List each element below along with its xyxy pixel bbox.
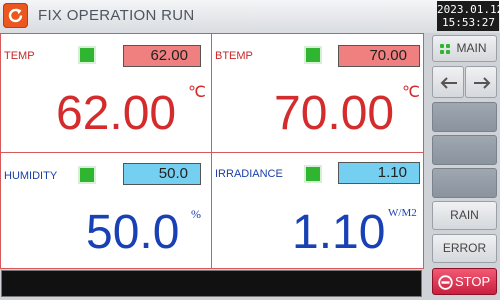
stop-button-label: STOP bbox=[455, 274, 491, 289]
irradiance-value: 1.10 bbox=[292, 206, 386, 259]
btemp-indicator bbox=[306, 48, 320, 62]
irradiance-indicator bbox=[306, 167, 320, 181]
irradiance-unit: W/M2 bbox=[388, 207, 417, 219]
blank-button-3[interactable] bbox=[432, 168, 497, 198]
prev-button[interactable] bbox=[432, 66, 464, 98]
humidity-unit: % bbox=[191, 207, 201, 221]
temp-unit: ℃ bbox=[188, 84, 206, 101]
humidity-value: 50.0 bbox=[86, 206, 180, 259]
clock: 2023.01.12 15:53:27 bbox=[437, 1, 500, 31]
stop-icon bbox=[438, 275, 453, 290]
title-bar: FIX OPERATION RUN 2023.01.12 15:53:27 bbox=[0, 0, 500, 33]
temp-indicator bbox=[80, 48, 94, 62]
blank-button-1[interactable] bbox=[432, 102, 497, 132]
arrow-left-icon bbox=[440, 77, 457, 89]
next-button[interactable] bbox=[465, 66, 497, 98]
temp-setpoint-input[interactable]: 62.00 bbox=[123, 45, 201, 67]
blank-button-2[interactable] bbox=[432, 135, 497, 165]
btemp-value: 70.00 bbox=[274, 87, 395, 140]
main-button[interactable]: MAIN bbox=[432, 35, 497, 62]
refresh-button[interactable] bbox=[3, 3, 28, 28]
humidity-cell: HUMIDITY 50.0 50.0 % bbox=[1, 153, 211, 271]
error-button[interactable]: ERROR bbox=[432, 234, 497, 263]
rain-button[interactable]: RAIN bbox=[432, 201, 497, 230]
humidity-label: HUMIDITY bbox=[4, 170, 58, 182]
btemp-cell: BTEMP 70.00 70.00 ℃ bbox=[212, 34, 422, 152]
clock-time: 15:53:27 bbox=[442, 16, 495, 29]
humidity-indicator bbox=[80, 168, 94, 182]
btemp-unit: ℃ bbox=[402, 84, 420, 101]
clock-date: 2023.01.12 bbox=[437, 3, 500, 16]
temp-cell: TEMP 62.00 62.00 ℃ bbox=[1, 34, 211, 152]
irradiance-setpoint-input[interactable]: 1.10 bbox=[338, 162, 420, 184]
stop-button[interactable]: STOP bbox=[432, 268, 497, 295]
arrow-right-icon bbox=[474, 77, 491, 89]
temp-value: 62.00 bbox=[56, 87, 177, 140]
refresh-icon bbox=[8, 8, 23, 23]
status-bar bbox=[1, 270, 422, 297]
page-title: FIX OPERATION RUN bbox=[38, 7, 195, 24]
main-button-label: MAIN bbox=[456, 41, 487, 55]
humidity-setpoint-input[interactable]: 50.0 bbox=[123, 163, 201, 185]
irradiance-cell: IRRADIANCE 1.10 1.10 W/M2 bbox=[212, 153, 422, 271]
irradiance-label: IRRADIANCE bbox=[215, 168, 283, 180]
readings-panel: TEMP 62.00 62.00 ℃ BTEMP 70.00 70.00 ℃ H… bbox=[0, 33, 424, 269]
grid-icon bbox=[440, 44, 450, 54]
temp-label: TEMP bbox=[4, 50, 35, 62]
btemp-setpoint-input[interactable]: 70.00 bbox=[338, 45, 420, 67]
btemp-label: BTEMP bbox=[215, 50, 253, 62]
